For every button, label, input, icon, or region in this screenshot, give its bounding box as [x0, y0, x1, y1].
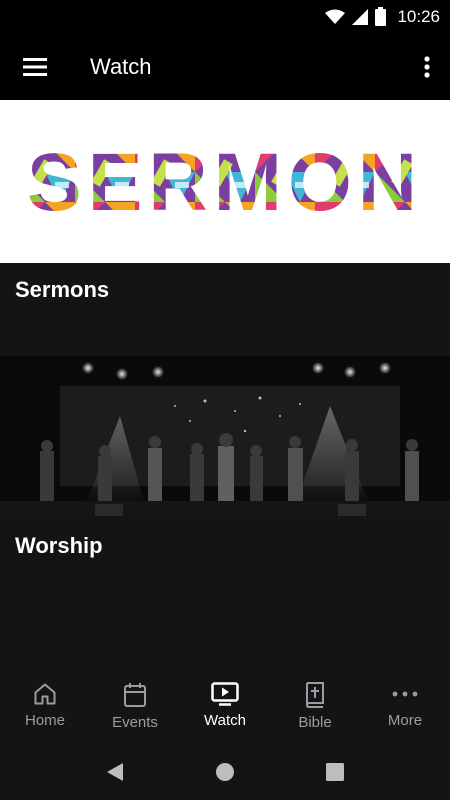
sermons-label: Sermons: [15, 277, 110, 302]
sermons-card[interactable]: SERMON Sermons: [0, 100, 450, 356]
more-vert-icon: [424, 55, 430, 78]
bible-icon: [305, 682, 324, 708]
calendar-icon: [124, 683, 146, 707]
back-triangle-icon: [107, 763, 123, 781]
worship-label: Worship: [15, 533, 103, 558]
cell-signal-icon: [352, 8, 369, 25]
video-play-icon: [211, 682, 239, 706]
worship-stage-photo: [0, 356, 450, 519]
nav-bible-label: Bible: [298, 714, 332, 731]
nav-more-label: More: [387, 712, 423, 729]
worship-card[interactable]: Worship: [0, 356, 450, 636]
status-bar: 10:26: [0, 0, 450, 33]
overflow-menu-button[interactable]: [404, 33, 450, 100]
sermon-logo: SERMON: [27, 142, 423, 222]
more-dots-icon: [392, 691, 418, 697]
nav-home[interactable]: Home: [0, 670, 90, 744]
system-nav-bar: [0, 744, 450, 800]
bottom-nav: Home Events Watch Bible More: [0, 670, 450, 744]
battery-icon: [375, 7, 387, 26]
page-title: Watch: [90, 53, 152, 79]
menu-button[interactable]: [0, 33, 70, 100]
svg-text:SERMON: SERMON: [27, 142, 423, 222]
nav-watch-label: Watch: [204, 712, 246, 729]
system-home-button[interactable]: [195, 744, 255, 800]
nav-bible[interactable]: Bible: [270, 670, 360, 744]
nav-more[interactable]: More: [360, 670, 450, 744]
system-back-button[interactable]: [85, 744, 145, 800]
status-time: 10:26: [397, 6, 440, 26]
home-circle-icon: [216, 763, 234, 781]
nav-events[interactable]: Events: [90, 670, 180, 744]
worship-banner-image: [0, 356, 450, 519]
recents-square-icon: [326, 763, 344, 781]
sermon-banner-image: SERMON: [0, 100, 450, 263]
nav-home-label: Home: [24, 712, 65, 729]
home-icon: [34, 683, 56, 705]
wifi-icon: [325, 9, 346, 24]
app-bar: Watch: [0, 33, 450, 100]
nav-events-label: Events: [112, 714, 158, 731]
system-recents-button[interactable]: [305, 744, 365, 800]
hamburger-menu-icon: [23, 57, 47, 76]
nav-watch[interactable]: Watch: [180, 670, 270, 744]
